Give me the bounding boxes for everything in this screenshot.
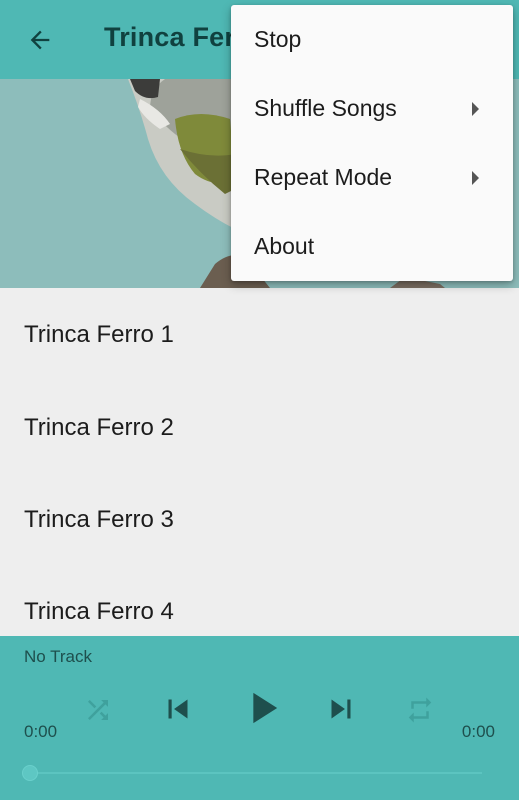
overflow-menu: Stop Shuffle Songs Repeat Mode About bbox=[231, 5, 513, 281]
submenu-arrow-icon bbox=[472, 170, 479, 185]
shuffle-button[interactable] bbox=[80, 692, 116, 728]
seek-bar[interactable] bbox=[30, 772, 482, 774]
song-title: Trinca Ferro 1 bbox=[24, 321, 174, 348]
submenu-arrow-icon bbox=[472, 101, 479, 116]
play-button[interactable] bbox=[236, 682, 288, 734]
seek-thumb[interactable] bbox=[22, 765, 38, 781]
track-name: No Track bbox=[24, 647, 93, 666]
menu-item-stop[interactable]: Stop bbox=[231, 5, 513, 74]
menu-item-about[interactable]: About bbox=[231, 212, 513, 281]
song-list: Trinca Ferro 1 Trinca Ferro 2 Trinca Fer… bbox=[0, 288, 519, 636]
arrow-back-icon bbox=[30, 30, 50, 49]
elapsed-time: 0:00 bbox=[24, 722, 58, 741]
menu-item-label: Shuffle Songs bbox=[254, 95, 397, 121]
list-item[interactable]: Trinca Ferro 2 bbox=[0, 382, 519, 474]
repeat-icon bbox=[408, 697, 432, 723]
back-button[interactable] bbox=[0, 0, 80, 79]
list-item[interactable]: Trinca Ferro 1 bbox=[0, 288, 519, 382]
skip-next-icon bbox=[331, 699, 351, 719]
previous-button[interactable] bbox=[157, 688, 199, 730]
song-title: Trinca Ferro 2 bbox=[24, 414, 174, 441]
song-title: Trinca Ferro 4 bbox=[24, 598, 174, 625]
menu-item-label: Stop bbox=[254, 26, 302, 52]
menu-item-label: Repeat Mode bbox=[254, 164, 393, 190]
player-bar: No Track 0:00 0:00 bbox=[0, 636, 519, 800]
song-title: Trinca Ferro 3 bbox=[24, 506, 174, 533]
repeat-button[interactable] bbox=[402, 692, 438, 728]
list-item[interactable]: Trinca Ferro 3 bbox=[0, 474, 519, 566]
menu-item-repeat-mode[interactable]: Repeat Mode bbox=[231, 143, 513, 212]
shuffle-icon bbox=[88, 700, 108, 720]
duration-time: 0:00 bbox=[461, 722, 495, 741]
menu-item-label: About bbox=[254, 233, 315, 259]
list-item[interactable]: Trinca Ferro 4 bbox=[0, 566, 519, 636]
menu-item-shuffle-songs[interactable]: Shuffle Songs bbox=[231, 74, 513, 143]
next-button[interactable] bbox=[320, 688, 362, 730]
skip-previous-icon bbox=[168, 699, 188, 719]
play-icon bbox=[253, 692, 278, 724]
